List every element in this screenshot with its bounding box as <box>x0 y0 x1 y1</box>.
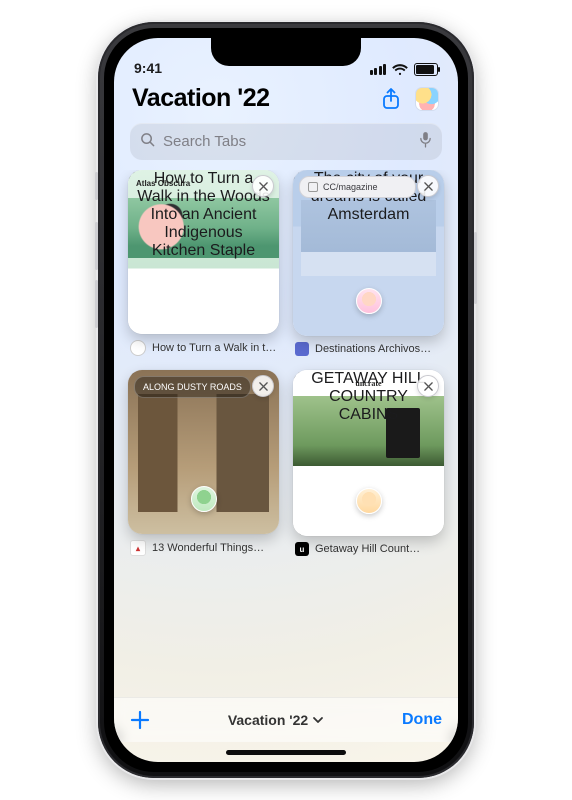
shared-by-avatar[interactable] <box>191 486 217 512</box>
tab-card[interactable]: uncrate GETAWAY HILL COUNTRY CABINS Duri… <box>293 370 444 556</box>
cellular-signal-icon <box>370 64 387 75</box>
tab-group-switcher[interactable]: Vacation '22 <box>228 712 324 728</box>
close-tab-button[interactable] <box>417 175 439 197</box>
tab-caption: How to Turn a Walk in t… <box>128 340 279 356</box>
tab-site-brand: uncrate <box>319 376 418 390</box>
search-icon <box>140 132 155 151</box>
mute-switch <box>95 172 98 200</box>
tab-caption: ▴ 13 Wonderful Things… <box>128 540 279 556</box>
volume-up-button <box>95 222 98 270</box>
share-button[interactable] <box>378 86 404 112</box>
tab-groups-button[interactable] <box>414 86 440 112</box>
tab-caption-text: Destinations Archivos… <box>315 343 442 355</box>
close-tab-button[interactable] <box>417 375 439 397</box>
toolbar: Vacation '22 Done <box>114 697 458 742</box>
tab-groups-icon <box>416 88 438 110</box>
microphone-icon[interactable] <box>419 131 432 152</box>
tab-caption-text: How to Turn a Walk in t… <box>152 342 277 354</box>
tab-caption-text: 13 Wonderful Things… <box>152 542 277 554</box>
header: Vacation '22 <box>114 78 458 119</box>
status-time: 9:41 <box>134 60 162 76</box>
favicon-icon: u <box>295 542 309 556</box>
tab-group-switcher-label: Vacation '22 <box>228 712 308 728</box>
tab-url-chip: CC/magazine <box>299 176 416 198</box>
tab-card[interactable]: CC/magazine 06.10.2021 The city of your … <box>293 170 444 356</box>
done-button[interactable]: Done <box>402 711 442 729</box>
battery-icon <box>414 63 438 76</box>
tab-caption: Destinations Archivos… <box>293 342 444 356</box>
tab-url-text: CC/magazine <box>323 182 378 192</box>
wifi-icon <box>392 64 408 76</box>
tab-card[interactable]: ALONG DUSTY ROADS 13 WONDERFUL THINGS TO… <box>128 370 279 556</box>
tab-site-brand: Atlas Obscura <box>136 176 251 190</box>
phone-device-frame: 9:41 Vacation '22 <box>98 22 474 778</box>
tab-url-chip: ALONG DUSTY ROADS <box>134 376 251 398</box>
shared-by-avatar[interactable] <box>356 288 382 314</box>
search-placeholder: Search Tabs <box>163 133 411 150</box>
tab-url-text: ALONG DUSTY ROADS <box>143 382 242 392</box>
volume-down-button <box>95 280 98 328</box>
home-indicator[interactable] <box>114 742 458 762</box>
tab-caption-text: Getaway Hill Count… <box>315 543 442 555</box>
tab-caption: u Getaway Hill Count… <box>293 542 444 556</box>
close-tab-button[interactable] <box>252 375 274 397</box>
tabs-grid: Atlas Obscura Gastro Obscura How to Turn… <box>114 170 458 691</box>
screen: 9:41 Vacation '22 <box>114 38 458 762</box>
favicon-icon: ▴ <box>130 540 146 556</box>
new-tab-button[interactable] <box>130 710 150 730</box>
search-tabs-field[interactable]: Search Tabs <box>130 123 442 160</box>
hamburger-icon <box>308 182 318 192</box>
page-title: Vacation '22 <box>132 84 368 113</box>
tab-card[interactable]: Atlas Obscura Gastro Obscura How to Turn… <box>128 170 279 356</box>
favicon-icon <box>295 342 309 356</box>
chevron-down-icon <box>312 714 324 726</box>
notch <box>211 38 361 66</box>
favicon-icon <box>130 340 146 356</box>
close-tab-button[interactable] <box>252 175 274 197</box>
power-button <box>474 232 477 304</box>
shared-by-avatar[interactable] <box>356 488 382 514</box>
